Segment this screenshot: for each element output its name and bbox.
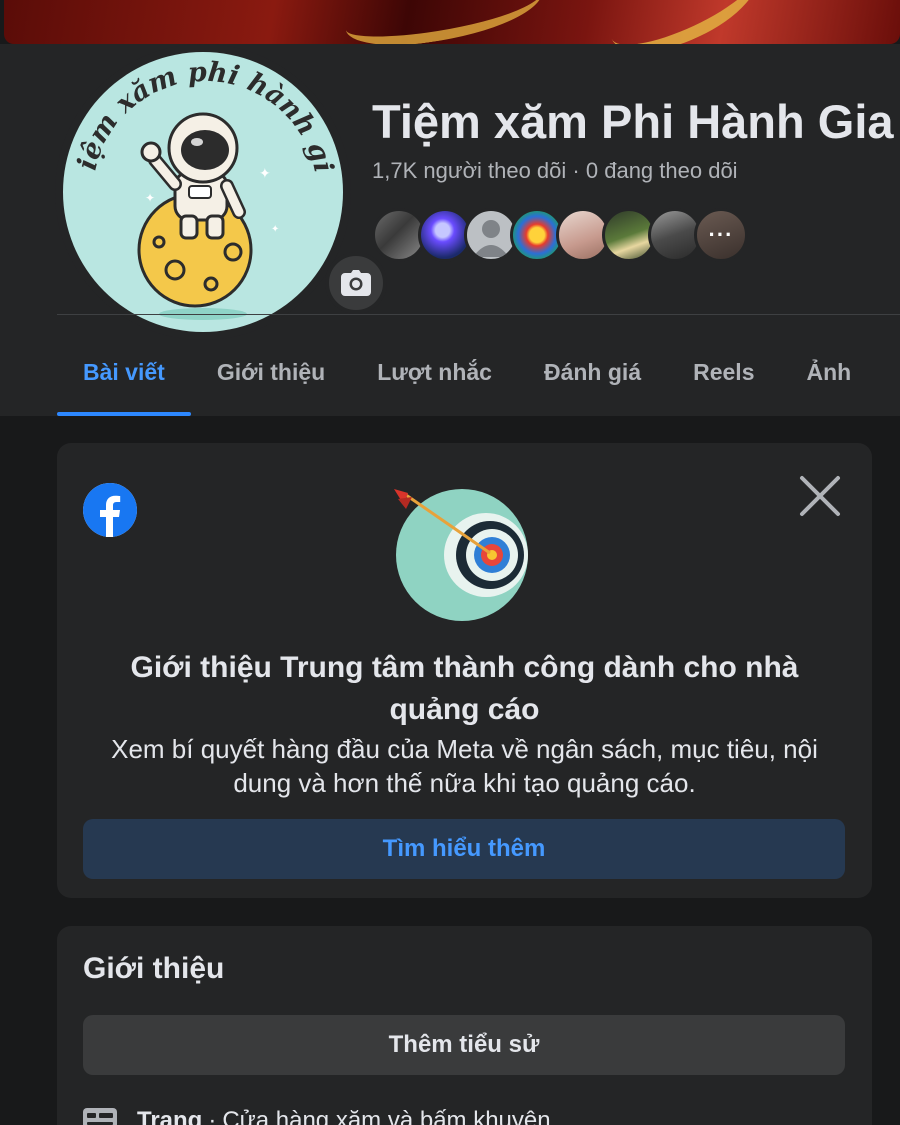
follower-avatars[interactable]: ···	[372, 208, 748, 262]
tab-about[interactable]: Giới thiệu	[191, 328, 351, 416]
learn-more-button[interactable]: Tìm hiểu thêm	[83, 819, 845, 879]
page-title: Tiệm xăm Phi Hành Gia	[372, 95, 894, 148]
following-count[interactable]: 0 đang theo dõi	[586, 158, 738, 183]
svg-text:✦: ✦	[145, 191, 155, 205]
page-category-row: Trang · Cửa hàng xăm và bấm khuyên	[83, 1106, 551, 1125]
tab-reviews[interactable]: Đánh giá	[518, 328, 667, 416]
tab-mentions[interactable]: Lượt nhắc	[351, 328, 518, 416]
more-followers-button[interactable]: ···	[694, 208, 748, 262]
svg-text:✦: ✦	[271, 224, 279, 235]
followers-count[interactable]: 1,7K người theo dõi	[372, 158, 566, 183]
profile-picture-frame: Tiệm xăm phi hành gia	[55, 44, 387, 340]
facebook-logo-icon	[83, 483, 137, 537]
profile-picture[interactable]: Tiệm xăm phi hành gia	[63, 52, 343, 332]
advertiser-promo-card: Giới thiệu Trung tâm thành công dành cho…	[57, 443, 872, 898]
page-label: Trang	[137, 1107, 203, 1125]
header-divider	[57, 314, 900, 315]
target-icon	[392, 483, 542, 623]
intro-heading: Giới thiệu	[83, 952, 225, 985]
more-icon: ···	[708, 222, 734, 247]
cover-decoration	[596, 0, 772, 44]
default-user-icon	[473, 220, 509, 257]
follow-stats: 1,7K người theo dõi · 0 đang theo dõi	[372, 158, 738, 184]
cover-decoration	[340, 0, 548, 44]
page-flag-icon	[83, 1108, 117, 1125]
tab-reels[interactable]: Reels	[667, 328, 780, 416]
profile-tabs: Bài viết Giới thiệu Lượt nhắc Đánh giá R…	[57, 328, 877, 416]
cover-photo[interactable]	[4, 0, 900, 44]
promo-description: Xem bí quyết hàng đầu của Meta về ngân s…	[111, 734, 818, 798]
intro-card: Giới thiệu Thêm tiểu sử Trang · Cửa hàng…	[57, 926, 872, 1125]
tab-posts[interactable]: Bài viết	[57, 328, 191, 416]
close-icon	[800, 476, 840, 516]
promo-title: Giới thiệu Trung tâm thành công dành cho…	[130, 651, 799, 726]
page-category: Cửa hàng xăm và bấm khuyên	[222, 1107, 551, 1125]
close-button[interactable]	[797, 473, 843, 519]
add-bio-button[interactable]: Thêm tiểu sử	[83, 1015, 845, 1075]
svg-text:✦: ✦	[259, 165, 271, 181]
profile-header: Tiệm xăm phi hành gia	[0, 44, 900, 416]
astronaut-logo-icon: Tiệm xăm phi hành gia	[63, 52, 339, 320]
camera-icon	[341, 270, 371, 296]
tab-photos[interactable]: Ảnh	[780, 328, 877, 416]
page-separator: ·	[208, 1107, 217, 1125]
stats-separator: ·	[572, 158, 580, 183]
